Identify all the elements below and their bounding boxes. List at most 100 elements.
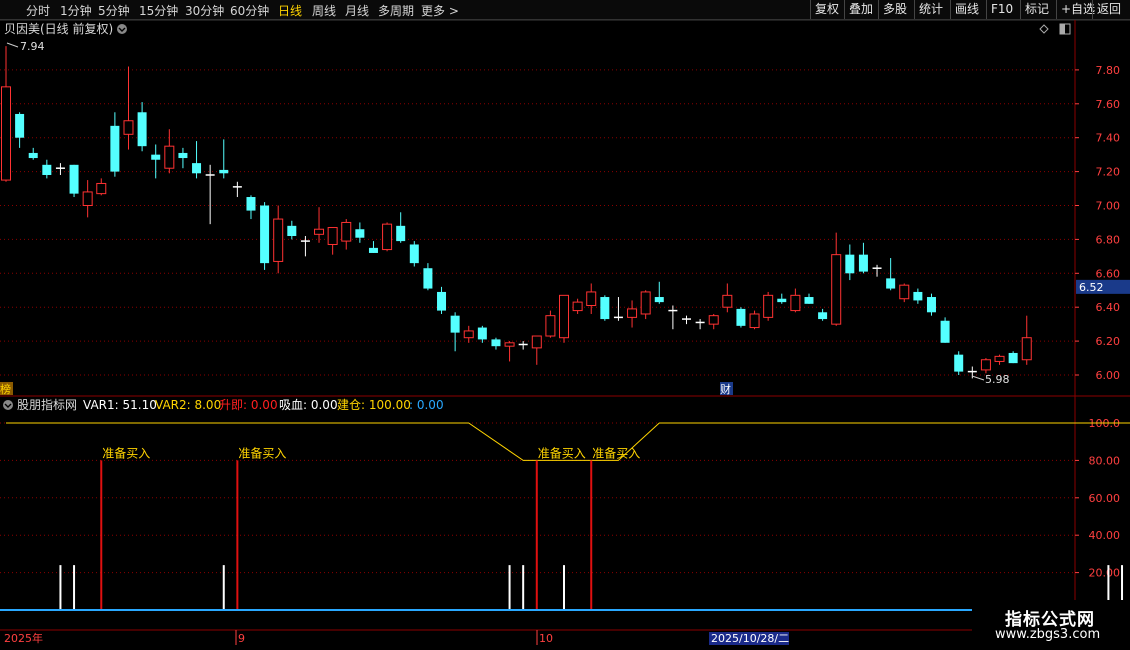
panel-maximize-fill xyxy=(1060,24,1065,34)
candle-up xyxy=(899,284,910,300)
candle-up xyxy=(314,228,325,235)
candle-up xyxy=(627,308,638,318)
buy-signal-label: 准备买入 xyxy=(538,446,586,460)
extra-value: : 0.00 xyxy=(409,398,444,412)
candle-up xyxy=(763,294,774,318)
candle-up xyxy=(980,359,991,371)
date-label-month: 9 xyxy=(238,632,245,645)
candle-down xyxy=(110,125,120,172)
buy-signal-label: 准备买入 xyxy=(592,446,640,460)
indicator-dropdown-icon xyxy=(3,400,13,410)
indicator-name: 股朋指标网 xyxy=(17,397,77,412)
buy-signal-label: 准备买入 xyxy=(238,446,286,460)
candle-down xyxy=(913,291,923,301)
candle-down xyxy=(858,254,868,272)
candle-down xyxy=(818,312,828,320)
diamond-icon xyxy=(1039,24,1049,34)
candle-up xyxy=(572,301,583,312)
candle-down xyxy=(654,297,664,303)
candle-down xyxy=(69,164,79,194)
price-tick-label: 6.20 xyxy=(1096,335,1121,348)
candle-down xyxy=(178,152,188,159)
candle-down xyxy=(368,247,378,253)
candle-down xyxy=(423,268,433,289)
low-marker-label: 5.98 xyxy=(985,373,1010,386)
candle-down xyxy=(287,225,297,237)
candle-up xyxy=(504,342,515,347)
candle-up xyxy=(531,335,542,349)
main-title: 贝因美(日线 前复权) xyxy=(4,21,113,36)
candle-up xyxy=(123,120,134,135)
high-marker-label: 7.94 xyxy=(20,40,45,53)
candle-up xyxy=(708,315,719,325)
candle-up xyxy=(994,355,1005,362)
candle-down xyxy=(246,197,256,211)
rank-flag-label: 榜 xyxy=(0,382,11,396)
candle-down xyxy=(926,297,936,313)
watermark: 指标公式网 www.zbgs3.com xyxy=(972,600,1130,650)
candle-down xyxy=(450,315,460,333)
low-marker-arrow xyxy=(971,375,985,381)
price-tick-label: 6.80 xyxy=(1096,233,1121,246)
candle-up xyxy=(722,294,733,308)
date-label-month: 10 xyxy=(539,632,553,645)
price-tick-label: 7.00 xyxy=(1096,200,1121,213)
candle-down xyxy=(886,278,896,289)
candle-up xyxy=(164,145,175,169)
candle-down xyxy=(28,152,38,159)
candle-up xyxy=(463,330,474,339)
indicator-tick-label: 80.00 xyxy=(1089,454,1121,467)
price-tick-label: 6.00 xyxy=(1096,369,1121,382)
candle-down xyxy=(845,254,855,274)
candle-down xyxy=(192,163,202,174)
cursor-date-label: 2025/10/28/二 xyxy=(711,632,789,645)
candle-down xyxy=(736,308,746,326)
candle-down xyxy=(940,320,950,343)
candle-up xyxy=(586,291,597,307)
candle-down xyxy=(260,205,270,264)
indicator-tick-label: 40.00 xyxy=(1089,529,1121,542)
candle-down xyxy=(355,229,365,238)
stock-chart[interactable]: 7.80 7.60 7.40 7.20 7.00 6.80 6.60 6.40 6.20 6.00… xyxy=(0,0,1130,650)
candle-down xyxy=(491,339,501,347)
candle-down xyxy=(396,225,406,242)
price-tick-label: 6.40 xyxy=(1096,301,1121,314)
candle-down xyxy=(151,154,161,160)
xuexue-value: 吸血: 0.00 xyxy=(279,398,338,412)
candle-down xyxy=(477,327,487,340)
current-price-label: 6.52 xyxy=(1079,281,1104,294)
candle-down xyxy=(777,298,787,303)
candle-up xyxy=(831,254,842,325)
candle-up xyxy=(559,294,570,339)
var1-value: VAR1: 51.10 xyxy=(83,398,157,412)
candle-up xyxy=(273,218,284,262)
var2-value: VAR2: 8.00 xyxy=(155,398,221,412)
title-dropdown-icon xyxy=(117,24,127,34)
date-label-year: 2025年 xyxy=(4,631,43,645)
candle-up xyxy=(327,227,338,245)
candle-down xyxy=(137,112,147,147)
price-tick-label: 7.40 xyxy=(1096,132,1121,145)
candle-up xyxy=(545,315,556,337)
price-tick-label: 7.60 xyxy=(1096,98,1121,111)
candle-down xyxy=(409,244,419,264)
candle-down xyxy=(15,113,25,138)
watermark-url: www.zbgs3.com xyxy=(995,627,1101,642)
price-tick-label: 7.80 xyxy=(1096,64,1121,77)
buy-signal-label: 准备买入 xyxy=(102,446,150,460)
candle-down xyxy=(42,164,52,175)
price-tick-label: 6.60 xyxy=(1096,267,1121,280)
candle-up xyxy=(341,221,352,242)
candle-up xyxy=(382,223,393,251)
candle-up xyxy=(96,182,107,195)
shengji-value: 升即: 0.00 xyxy=(219,398,278,412)
candle-down xyxy=(219,169,229,174)
candle-down xyxy=(600,297,610,320)
candle-up xyxy=(640,291,651,315)
finance-flag-label: 财 xyxy=(720,382,731,396)
indicator-tick-label: 20.00 xyxy=(1089,567,1121,580)
candle-up xyxy=(82,191,93,207)
jiancang-value: 建仓: 100.00 xyxy=(337,398,411,412)
candle-up xyxy=(1,86,11,181)
candle-down xyxy=(437,291,447,311)
